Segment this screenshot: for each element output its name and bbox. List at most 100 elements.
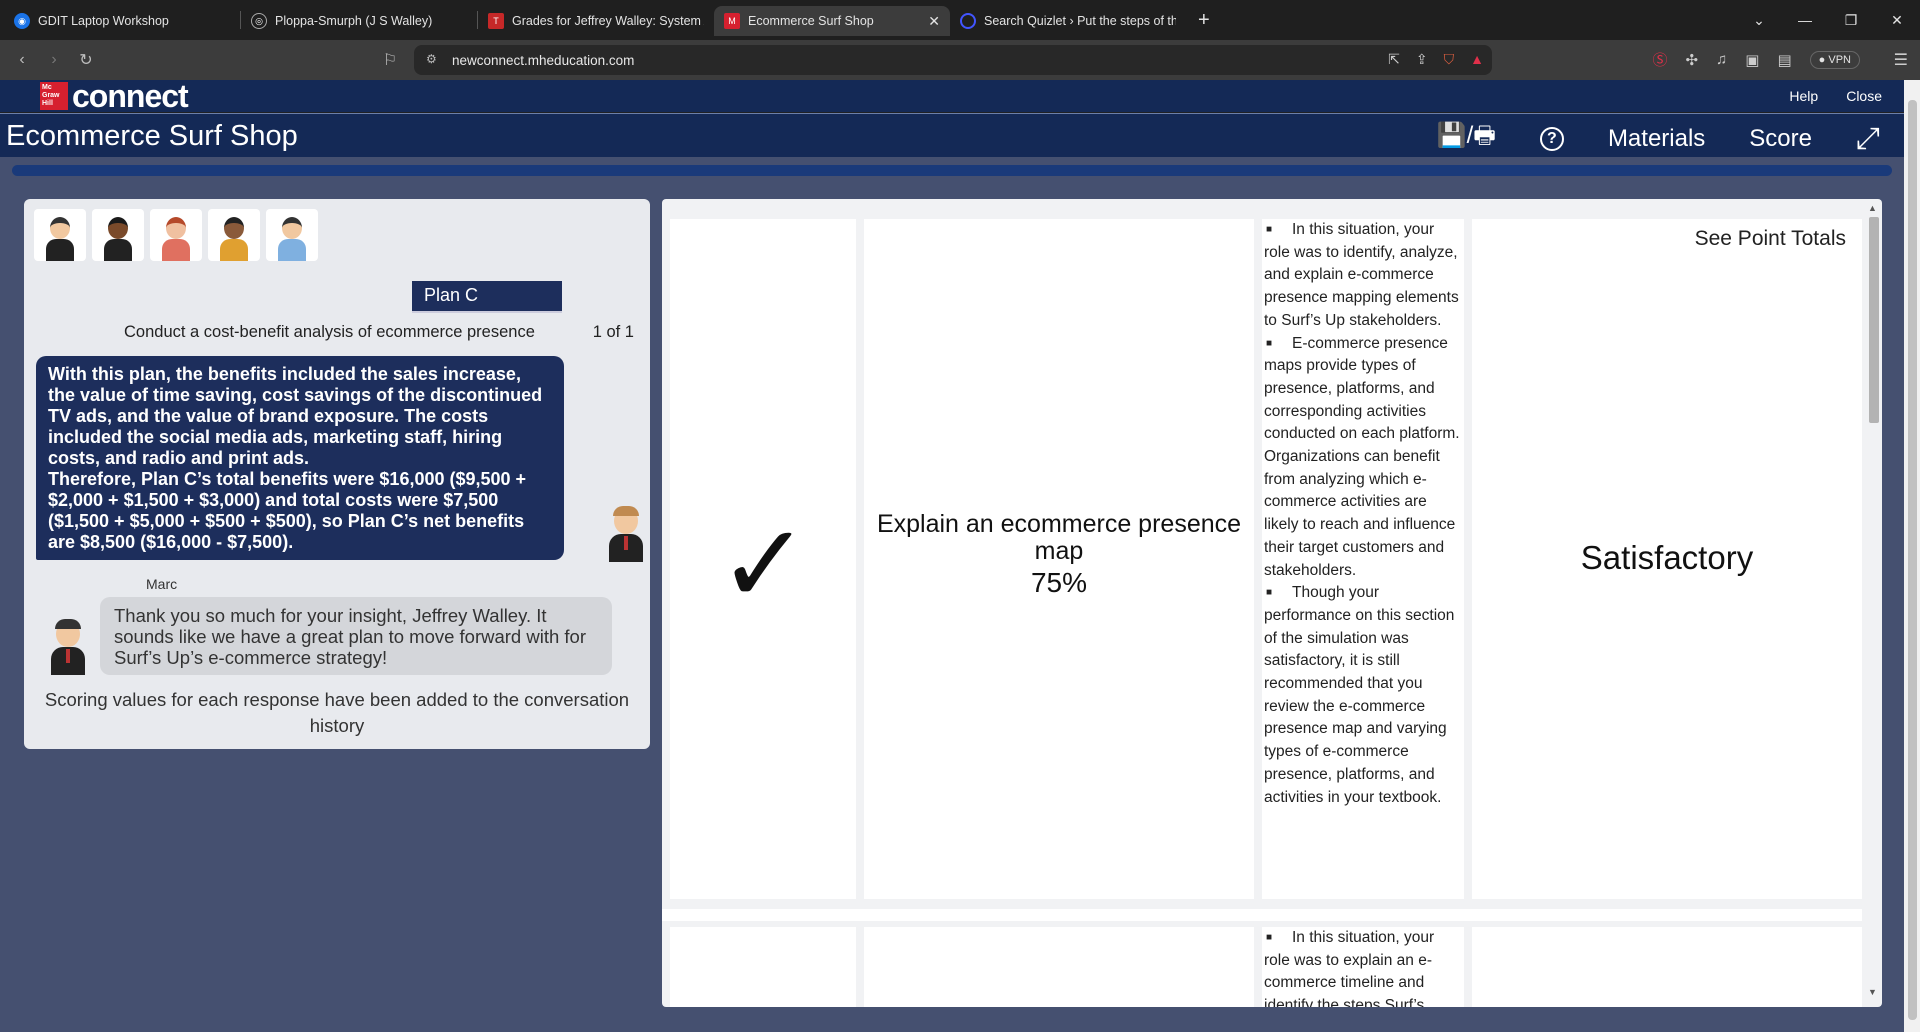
checkmark-icon: ✓	[718, 500, 811, 628]
reply-speaker-name: Marc	[146, 576, 178, 592]
window-close-icon[interactable]: ✕	[1874, 12, 1920, 29]
tab-close-icon[interactable]: ✕	[928, 13, 940, 30]
help-circle-icon[interactable]: ?	[1539, 126, 1564, 151]
browser-tab-active[interactable]: M Ecommerce Surf Shop ✕	[714, 6, 950, 36]
task-subtitle: Conduct a cost-benefit analysis of ecomm…	[124, 323, 535, 341]
window-controls: ⌄ — ❐ ✕	[1736, 0, 1920, 40]
vpn-label: VPN	[1828, 53, 1851, 66]
forward-icon[interactable]: ›	[38, 51, 70, 69]
avatar-head	[166, 217, 186, 239]
task-line: Conduct a cost-benefit analysis of ecomm…	[124, 323, 634, 342]
tab-favicon-icon: ◉	[14, 13, 30, 29]
skill-percent: 75%	[1030, 567, 1088, 598]
help-link[interactable]: Help	[1789, 88, 1818, 104]
feedback-item: ■ In this situation, your role was to exp…	[1264, 927, 1462, 1007]
extensions-area: Ⓢ ✣ ♫ ▣ ▤ ● VPN	[1652, 49, 1860, 70]
browser-tab[interactable]: ◉ GDIT Laptop Workshop	[4, 6, 240, 36]
tab-title: Search Quizlet › Put the steps of the	[984, 14, 1176, 28]
avatar[interactable]	[266, 209, 318, 261]
close-link[interactable]: Close	[1846, 88, 1882, 104]
browser-menu-icon[interactable]: ☰	[1894, 50, 1908, 70]
avatar[interactable]	[92, 209, 144, 261]
rating-cell: See Point Totals Satisfactory	[1472, 219, 1862, 899]
restore-icon[interactable]: ❐	[1828, 12, 1874, 29]
rating-cell	[1472, 927, 1862, 1007]
scrollbar-thumb[interactable]	[1869, 217, 1879, 423]
extension-icon[interactable]: Ⓢ	[1652, 49, 1667, 70]
bullet-icon: ■	[1266, 587, 1273, 599]
materials-button[interactable]: Materials	[1608, 125, 1705, 153]
tab-title: Grades for Jeffrey Walley: System An	[512, 14, 704, 28]
skill-cell	[864, 927, 1254, 1007]
media-icon[interactable]: ♫	[1716, 51, 1727, 68]
avatar-head	[282, 217, 302, 239]
avatar-body	[220, 239, 248, 261]
brave-rewards-icon[interactable]: ▲	[1470, 51, 1484, 68]
sidebar-icon[interactable]: ▣	[1745, 51, 1759, 69]
url-text: newconnect.mheducation.com	[452, 52, 635, 68]
user-message: With this plan, the benefits included th…	[36, 356, 564, 560]
tab-title: Ecommerce Surf Shop	[748, 14, 874, 28]
address-bar-actions: ⇱ ⇪ ⛉ ▲	[1388, 51, 1484, 68]
mh-logo: Mc Graw Hill	[40, 82, 68, 110]
bullet-icon: ■	[1266, 224, 1273, 235]
browser-tab[interactable]: Search Quizlet › Put the steps of the	[950, 6, 1186, 36]
connect-logo: connect	[72, 78, 189, 114]
browser-toolbar: ‹ › ↻ ⚐ ⚙ newconnect.mheducation.com ⇱ ⇪…	[0, 40, 1920, 80]
marc-avatar	[48, 619, 86, 675]
bookmark-icon[interactable]: ⚐	[374, 50, 406, 70]
scroll-up-icon[interactable]: ▲	[1868, 203, 1877, 213]
feedback-cell: ■ In this situation, your role was to exp…	[1262, 927, 1464, 1007]
activity-title-bar: Ecommerce Surf Shop 💾/🖶 ? Materials Scor…	[0, 113, 1904, 157]
page-scrollbar-thumb[interactable]	[1908, 100, 1917, 1020]
avatar[interactable]	[208, 209, 260, 261]
back-icon[interactable]: ‹	[6, 51, 38, 69]
new-tab-icon[interactable]: +	[1198, 9, 1210, 32]
tab-title: GDIT Laptop Workshop	[38, 14, 169, 28]
address-bar[interactable]: ⚙ newconnect.mheducation.com ⇱ ⇪ ⛉ ▲	[414, 45, 1492, 75]
scoring-note: Scoring values for each response have be…	[44, 689, 630, 736]
puzzle-icon[interactable]: ✣	[1685, 51, 1698, 69]
avatar-body	[46, 239, 74, 261]
scroll-down-icon[interactable]: ▼	[1868, 987, 1877, 997]
brave-shield-icon[interactable]: ⛉	[1444, 51, 1455, 68]
avatar[interactable]	[34, 209, 86, 261]
vpn-button[interactable]: ● VPN	[1809, 50, 1860, 69]
browser-tab[interactable]: T Grades for Jeffrey Walley: System An	[478, 6, 714, 36]
score-button[interactable]: Score	[1749, 125, 1812, 153]
avatar-head	[108, 217, 128, 239]
site-info-icon[interactable]: ⚙	[426, 52, 437, 66]
feedback-cell: ■ In this situation, your role was to ide…	[1262, 219, 1464, 899]
avatar-head	[224, 217, 244, 239]
plan-underline	[412, 311, 562, 313]
avatar[interactable]	[150, 209, 202, 261]
minimize-icon[interactable]: —	[1782, 12, 1828, 28]
conversation-panel: Plan C Conduct a cost-benefit analysis o…	[24, 199, 650, 749]
reply-message: Thank you so much for your insight, Jeff…	[100, 597, 612, 675]
skill-cell: Explain an ecommerce presence map 75%	[864, 219, 1254, 899]
tab-favicon-icon: M	[724, 13, 740, 29]
tab-search-icon[interactable]: ⌄	[1736, 12, 1782, 29]
activity-stage: Plan C Conduct a cost-benefit analysis o…	[0, 157, 1904, 1032]
reply-message-text: Thank you so much for your insight, Jeff…	[114, 605, 586, 668]
expand-icon[interactable]: ⤢	[1856, 122, 1880, 156]
page-scrollbar[interactable]	[1904, 80, 1920, 1032]
results-scrollbar[interactable]: ▲ ▼	[1866, 203, 1880, 1003]
wallet-icon[interactable]: ▤	[1777, 51, 1791, 69]
avatar-tie	[624, 536, 628, 550]
avatar-body	[278, 239, 306, 261]
reload-icon[interactable]: ↻	[70, 50, 102, 70]
activity-nav: 💾/🖶 ? Materials Score ⤢	[1393, 118, 1880, 159]
tab-favicon-icon: T	[488, 13, 504, 29]
save-print-icon[interactable]: 💾/🖶	[1437, 118, 1496, 159]
avatar-hair	[613, 506, 639, 516]
result-row: ✓ Explain an ecommerce presence map 75% …	[670, 219, 1862, 899]
open-external-icon[interactable]: ⇱	[1388, 51, 1400, 68]
share-icon[interactable]: ⇪	[1416, 51, 1428, 68]
see-point-totals-link[interactable]: See Point Totals	[1695, 227, 1846, 251]
feedback-item: ■ E-commerce presence maps provide types …	[1264, 333, 1462, 583]
avatar-body	[104, 239, 132, 261]
browser-tab-strip: ◉ GDIT Laptop Workshop ◎ Ploppa-Smurph (…	[0, 0, 1920, 40]
browser-tab[interactable]: ◎ Ploppa-Smurph (J S Walley)	[241, 6, 477, 36]
bullet-icon: ■	[1266, 337, 1273, 349]
